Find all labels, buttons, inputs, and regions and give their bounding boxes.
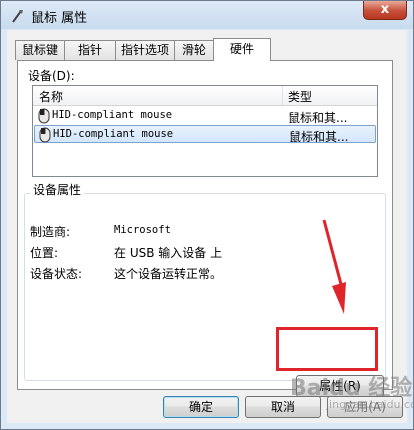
baidu-watermark-url: jingyan.baidu.com <box>326 398 414 411</box>
tab-pointers[interactable]: 指针 <box>64 40 116 60</box>
device-type: 鼠标和其... <box>289 130 349 144</box>
device-row[interactable]: HID-compliant mouse 鼠标和其... <box>34 107 376 125</box>
mouse-icon <box>39 127 51 143</box>
device-row-selected[interactable]: HID-compliant mouse 鼠标和其... <box>34 125 376 144</box>
device-type: 鼠标和其... <box>288 111 348 125</box>
device-list[interactable]: 名称 类型 HID-compliant mouse 鼠标和其... HID-co… <box>32 85 378 177</box>
location-label: 位置: <box>30 246 59 260</box>
tab-buttons[interactable]: 鼠标键 <box>15 40 65 60</box>
device-status-label: 设备状态: <box>30 267 83 281</box>
device-name: HID-compliant mouse <box>53 128 174 140</box>
device-status-value: 这个设备运转正常。 <box>114 267 223 281</box>
devices-label: 设备(D): <box>28 69 75 83</box>
title-bar[interactable]: 鼠标 属性 x <box>1 1 413 29</box>
window-title: 鼠标 属性 <box>31 11 88 26</box>
column-header-name[interactable]: 名称 <box>39 88 63 105</box>
close-button[interactable]: x <box>363 1 407 20</box>
device-properties-title: 设备属性 <box>30 181 85 198</box>
tab-wheel[interactable]: 滑轮 <box>174 40 214 60</box>
manufacturer-label: 制造商: <box>30 225 71 239</box>
ok-button[interactable]: 确定 <box>163 396 239 418</box>
column-divider[interactable] <box>282 86 283 105</box>
mouse-icon <box>38 108 50 124</box>
tab-hardware[interactable]: 硬件 <box>213 38 271 61</box>
tab-pointer-options[interactable]: 指针选项 <box>115 40 175 60</box>
mouse-app-icon <box>12 10 23 23</box>
column-header-type[interactable]: 类型 <box>288 88 312 105</box>
location-value: 在 USB 输入设备 上 <box>114 246 223 260</box>
red-annotation-arrow <box>322 219 346 314</box>
device-list-header: 名称 类型 <box>33 86 377 106</box>
device-name: HID-compliant mouse <box>52 109 173 121</box>
manufacturer-value: Microsoft <box>114 224 171 236</box>
red-highlight-box <box>276 327 378 371</box>
